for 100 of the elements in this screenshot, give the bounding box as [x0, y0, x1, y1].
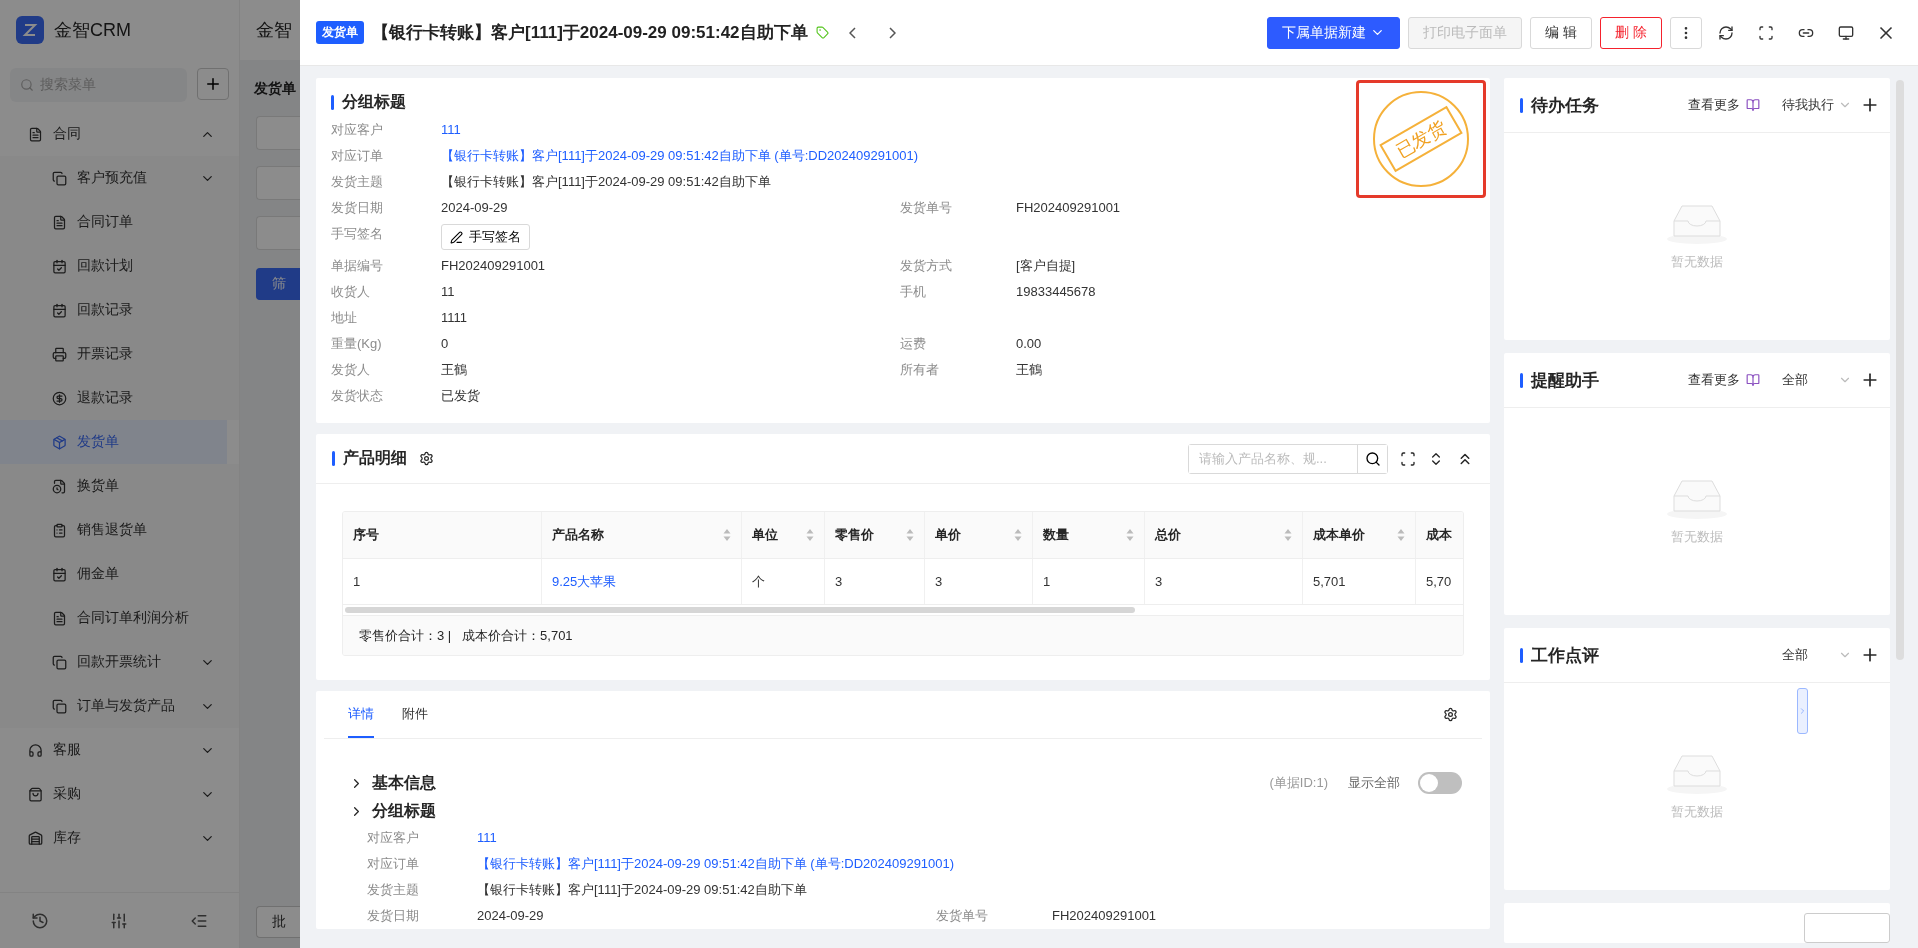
- field-label: 地址: [331, 309, 358, 327]
- refresh-icon: [1718, 24, 1734, 41]
- expand-handle[interactable]: [1797, 688, 1808, 734]
- sliders-icon[interactable]: [110, 911, 129, 930]
- fullscreen-icon[interactable]: [1400, 450, 1416, 467]
- column-header[interactable]: 单位: [742, 512, 825, 558]
- fullscreen-icon: [1758, 24, 1774, 41]
- filter-field[interactable]: [256, 116, 300, 150]
- field-label: 发货日期: [331, 199, 384, 217]
- add-button[interactable]: [197, 68, 229, 100]
- field-value: 2024-09-29: [441, 199, 508, 217]
- field-value: 王鶴: [1016, 361, 1042, 379]
- column-header[interactable]: 零售价: [825, 512, 925, 558]
- record-type-tag: 发货单: [316, 21, 364, 44]
- filter-field[interactable]: [256, 166, 300, 200]
- filter-dropdown[interactable]: 全部: [1768, 646, 1852, 664]
- sort-icon: [906, 528, 914, 542]
- field-label: 手写签名: [331, 225, 384, 243]
- menu-item-icon: [52, 214, 67, 230]
- header-button[interactable]: 下属单据新建: [1267, 16, 1401, 49]
- detail-tab[interactable]: 详情: [348, 691, 374, 738]
- filter-field[interactable]: [256, 216, 300, 250]
- filter-button[interactable]: 筛: [256, 268, 300, 300]
- settings-icon[interactable]: [419, 451, 434, 466]
- menu-item-icon: [52, 698, 67, 714]
- menu-item-icon: [52, 610, 67, 626]
- menu-item-icon: [52, 522, 67, 538]
- field-label: 发货单号: [936, 907, 989, 925]
- section-title: 产品明细: [332, 448, 407, 469]
- column-header[interactable]: 成本单价: [1303, 512, 1416, 558]
- field-link[interactable]: 【银行卡转账】客户[111]于2024-09-29 09:51:42自助下单 (单号:DD202409291001): [477, 851, 955, 877]
- filter-dropdown[interactable]: 全部: [1768, 371, 1852, 389]
- detail-tab[interactable]: 附件: [402, 691, 428, 738]
- pen-icon: [450, 230, 463, 244]
- field-label: 对应订单: [331, 147, 384, 165]
- menu-item-icon: [52, 434, 67, 450]
- column-header[interactable]: 产品名称: [542, 512, 742, 558]
- menu-item-icon: [28, 786, 43, 802]
- sort-icon: [1014, 528, 1022, 542]
- search-button[interactable]: [1357, 444, 1387, 473]
- app-logo-text: 金智CRM: [54, 19, 131, 42]
- field-value: 2024-09-29: [477, 907, 544, 925]
- field-value: FH202409291001: [1052, 907, 1157, 925]
- field-label: 发货主题: [367, 881, 420, 899]
- empty-text: 暂无数据: [1671, 527, 1723, 546]
- product-link[interactable]: 9.25大苹果: [542, 559, 742, 604]
- field-value: 1111: [441, 309, 468, 327]
- menu-item-icon: [52, 170, 67, 186]
- page-title: 发货单: [254, 80, 296, 98]
- section-title: 分组标题: [372, 800, 436, 821]
- panel-title: 工作点评: [1520, 643, 1760, 667]
- sort-icon: [723, 528, 731, 542]
- table-cell: 5,701: [1303, 559, 1416, 604]
- menu-item-icon: [52, 654, 67, 670]
- field-label: 手机: [900, 283, 927, 301]
- history-icon[interactable]: [30, 911, 49, 930]
- column-header[interactable]: 数量: [1033, 512, 1145, 558]
- column-header[interactable]: 单价: [925, 512, 1033, 558]
- menu-item-icon: [52, 478, 67, 494]
- batch-button[interactable]: 批: [256, 906, 300, 938]
- field-value: 0.00: [1016, 335, 1042, 353]
- sort-icon: [1284, 528, 1292, 542]
- sort-icon: [1397, 528, 1405, 542]
- empty-inbox-icon: [1666, 202, 1728, 245]
- menu-item-icon: [52, 258, 67, 274]
- header-button[interactable]: 编 辑: [1530, 16, 1593, 49]
- chevron-right-icon: [1798, 706, 1807, 716]
- field-label: 对应订单: [367, 855, 420, 873]
- menu-item-icon: [28, 830, 43, 846]
- field-value: 11: [441, 283, 455, 301]
- field-label: 发货单号: [900, 199, 953, 217]
- view-more-link[interactable]: 查看更多: [1688, 371, 1760, 389]
- empty-inbox-icon: [1666, 752, 1728, 795]
- field-value: 【银行卡转账】客户[111]于2024-09-29 09:51:42自助下单: [477, 881, 807, 899]
- menu-item[interactable]: 发货单: [0, 420, 227, 464]
- table-cell: 3: [925, 559, 1033, 604]
- chevron-left-icon: [849, 26, 857, 39]
- field-value: FH202409291001: [441, 257, 546, 275]
- header-button[interactable]: 删 除: [1600, 16, 1662, 49]
- field-label: 所有者: [900, 361, 940, 379]
- table-cell: 3: [1145, 559, 1303, 604]
- product-search-field[interactable]: 请输入产品名称、规...: [1188, 443, 1388, 474]
- column-header[interactable]: 序号: [343, 512, 542, 558]
- field-link[interactable]: 【银行卡转账】客户[111]于2024-09-29 09:51:42自助下单 (单号:DD202409291001): [441, 143, 919, 169]
- scrollbar-thumb[interactable]: [1896, 80, 1904, 660]
- empty-inbox-icon: [1666, 477, 1728, 520]
- field-link[interactable]: 111: [477, 825, 497, 851]
- column-header[interactable]: 总价: [1145, 512, 1303, 558]
- empty-text: 暂无数据: [1671, 252, 1723, 271]
- signature-button[interactable]: 手写签名: [441, 224, 530, 250]
- scrollbar-thumb[interactable]: [345, 607, 1135, 613]
- settings-icon[interactable]: [1443, 707, 1458, 722]
- record-id: (单据ID:1): [1269, 774, 1328, 792]
- field-label: 对应客户: [331, 121, 384, 139]
- view-more-link[interactable]: 查看更多: [1688, 96, 1760, 114]
- field-link[interactable]: 111: [441, 117, 461, 143]
- book-icon: [1746, 98, 1760, 112]
- filter-dropdown[interactable]: 待我执行: [1768, 96, 1852, 114]
- show-all-switch[interactable]: [1418, 772, 1462, 794]
- chevron-right-icon: [889, 26, 897, 39]
